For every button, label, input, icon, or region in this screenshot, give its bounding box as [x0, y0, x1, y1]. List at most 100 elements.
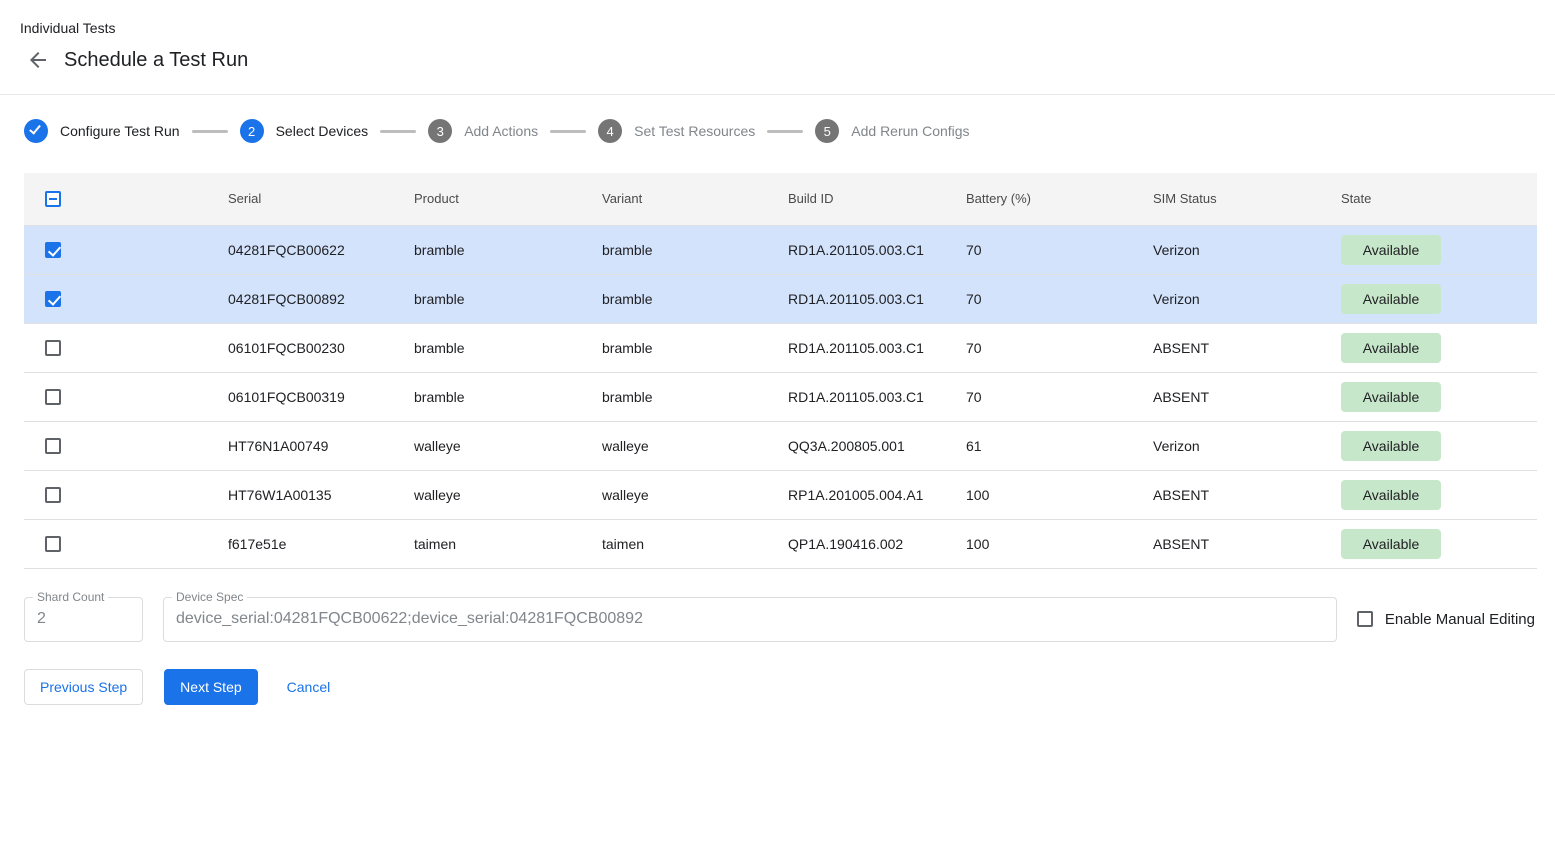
previous-step-button[interactable]: Previous Step — [24, 669, 143, 705]
serial-cell: 04281FQCB00622 — [228, 225, 414, 274]
step-connector — [550, 130, 586, 133]
check-icon — [29, 122, 41, 134]
step-complete-circle — [24, 119, 48, 143]
enable-manual-editing[interactable]: Enable Manual Editing — [1357, 611, 1537, 628]
state-badge: Available — [1341, 284, 1441, 314]
serial-cell: HT76W1A00135 — [228, 470, 414, 519]
step-set-test-resources[interactable]: 4 Set Test Resources — [598, 119, 755, 143]
build-id-cell: RD1A.201105.003.C1 — [788, 274, 966, 323]
step-number-circle: 3 — [428, 119, 452, 143]
battery-cell: 70 — [966, 372, 1153, 421]
sim-status-cell: ABSENT — [1153, 372, 1341, 421]
build-id-cell: QQ3A.200805.001 — [788, 421, 966, 470]
column-header-variant: Variant — [602, 173, 788, 225]
product-cell: walleye — [414, 421, 602, 470]
battery-cell: 61 — [966, 421, 1153, 470]
step-label: Configure Test Run — [60, 123, 180, 139]
step-label: Add Actions — [464, 123, 538, 139]
product-cell: bramble — [414, 274, 602, 323]
battery-cell: 70 — [966, 225, 1153, 274]
device-row[interactable]: 06101FQCB00230 bramble bramble RD1A.2011… — [24, 323, 1537, 372]
build-id-cell: RD1A.201105.003.C1 — [788, 225, 966, 274]
row-checkbox[interactable] — [45, 389, 61, 405]
shard-count-field: Shard Count — [24, 597, 143, 642]
row-checkbox[interactable] — [45, 536, 61, 552]
variant-cell: bramble — [602, 323, 788, 372]
form-row: Shard Count Device Spec Enable Manual Ed… — [24, 597, 1537, 642]
table-header-row: Serial Product Variant Build ID Battery … — [24, 173, 1537, 225]
device-row[interactable]: 04281FQCB00892 bramble bramble RD1A.2011… — [24, 274, 1537, 323]
sim-status-cell: ABSENT — [1153, 323, 1341, 372]
product-cell: taimen — [414, 519, 602, 568]
build-id-cell: RD1A.201105.003.C1 — [788, 323, 966, 372]
row-checkbox[interactable] — [45, 340, 61, 356]
stepper: Configure Test Run 2 Select Devices 3 Ad… — [0, 95, 1555, 173]
shard-count-label: Shard Count — [33, 590, 108, 604]
variant-cell: walleye — [602, 470, 788, 519]
column-header-product: Product — [414, 173, 602, 225]
variant-cell: bramble — [602, 372, 788, 421]
back-button[interactable] — [26, 48, 50, 72]
step-configure-test-run[interactable]: Configure Test Run — [24, 119, 180, 143]
step-connector — [192, 130, 228, 133]
row-checkbox[interactable] — [45, 291, 61, 307]
select-all-checkbox[interactable] — [45, 191, 61, 207]
state-badge: Available — [1341, 480, 1441, 510]
column-header-state: State — [1341, 173, 1537, 225]
page-title: Schedule a Test Run — [64, 49, 248, 72]
device-row[interactable]: 06101FQCB00319 bramble bramble RD1A.2011… — [24, 372, 1537, 421]
column-header-build-id: Build ID — [788, 173, 966, 225]
step-select-devices[interactable]: 2 Select Devices — [240, 119, 369, 143]
step-label: Set Test Resources — [634, 123, 755, 139]
sim-status-cell: ABSENT — [1153, 470, 1341, 519]
step-number-circle: 2 — [240, 119, 264, 143]
device-spec-field: Device Spec — [163, 597, 1337, 642]
step-connector — [767, 130, 803, 133]
variant-cell: bramble — [602, 225, 788, 274]
column-header-serial: Serial — [228, 173, 414, 225]
back-arrow-icon — [26, 48, 50, 72]
serial-cell: 04281FQCB00892 — [228, 274, 414, 323]
product-cell: walleye — [414, 470, 602, 519]
sim-status-cell: Verizon — [1153, 421, 1341, 470]
state-badge: Available — [1341, 529, 1441, 559]
manual-editing-label: Enable Manual Editing — [1385, 611, 1535, 628]
sim-status-cell: ABSENT — [1153, 519, 1341, 568]
cancel-button[interactable]: Cancel — [279, 669, 339, 705]
sim-status-cell: Verizon — [1153, 274, 1341, 323]
variant-cell: walleye — [602, 421, 788, 470]
page-header: Individual Tests Schedule a Test Run — [0, 0, 1555, 72]
serial-cell: 06101FQCB00319 — [228, 372, 414, 421]
step-label: Add Rerun Configs — [851, 123, 969, 139]
manual-editing-checkbox[interactable] — [1357, 611, 1373, 627]
state-badge: Available — [1341, 333, 1441, 363]
step-add-rerun-configs[interactable]: 5 Add Rerun Configs — [815, 119, 969, 143]
row-checkbox[interactable] — [45, 242, 61, 258]
row-checkbox[interactable] — [45, 487, 61, 503]
product-cell: bramble — [414, 225, 602, 274]
device-row[interactable]: HT76N1A00749 walleye walleye QQ3A.200805… — [24, 421, 1537, 470]
product-cell: bramble — [414, 372, 602, 421]
variant-cell: bramble — [602, 274, 788, 323]
column-header-battery: Battery (%) — [966, 173, 1153, 225]
column-header-sim-status: SIM Status — [1153, 173, 1341, 225]
state-badge: Available — [1341, 235, 1441, 265]
device-table: Serial Product Variant Build ID Battery … — [24, 173, 1537, 569]
step-add-actions[interactable]: 3 Add Actions — [428, 119, 538, 143]
next-step-button[interactable]: Next Step — [164, 669, 257, 705]
device-row[interactable]: f617e51e taimen taimen QP1A.190416.002 1… — [24, 519, 1537, 568]
device-row[interactable]: HT76W1A00135 walleye walleye RP1A.201005… — [24, 470, 1537, 519]
device-spec-input[interactable] — [164, 598, 1336, 641]
title-row: Schedule a Test Run — [20, 48, 1555, 72]
product-cell: bramble — [414, 323, 602, 372]
action-buttons: Previous Step Next Step Cancel — [24, 669, 1531, 705]
step-connector — [380, 130, 416, 133]
breadcrumb: Individual Tests — [20, 20, 1555, 36]
battery-cell: 100 — [966, 470, 1153, 519]
battery-cell: 70 — [966, 323, 1153, 372]
shard-count-input[interactable] — [25, 598, 142, 641]
row-checkbox[interactable] — [45, 438, 61, 454]
device-row[interactable]: 04281FQCB00622 bramble bramble RD1A.2011… — [24, 225, 1537, 274]
battery-cell: 70 — [966, 274, 1153, 323]
device-spec-label: Device Spec — [172, 590, 247, 604]
